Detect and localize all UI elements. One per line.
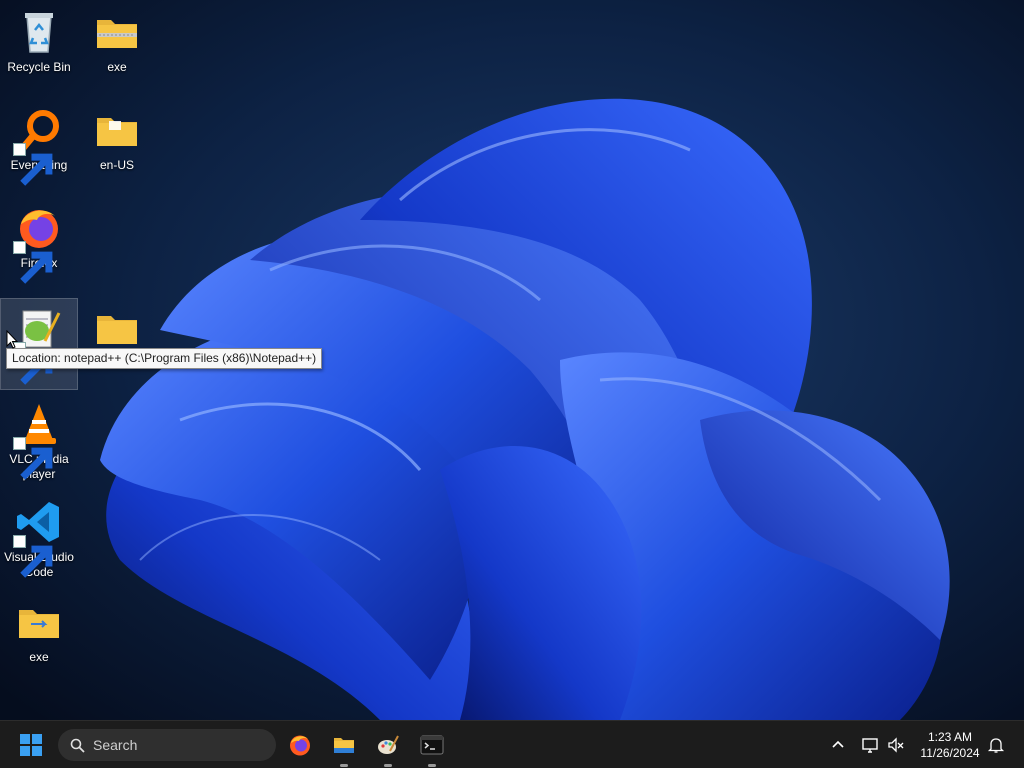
firefox-icon: [290, 735, 310, 756]
desktop-icon-everything[interactable]: Everything: [0, 100, 78, 192]
recycle-bin-icon: [15, 8, 63, 56]
taskbar-app-paint[interactable]: [372, 729, 404, 767]
clock-date: 11/26/2024: [920, 746, 980, 760]
network-status-button[interactable]: [860, 735, 880, 755]
taskbar-app-firefox[interactable]: [284, 729, 316, 761]
search-placeholder: Search: [93, 737, 138, 753]
paint-icon: [378, 735, 399, 754]
file-explorer-icon: [334, 738, 354, 753]
folder-icon: [93, 304, 141, 352]
start-button[interactable]: [20, 734, 42, 756]
desktop-icon-firefox[interactable]: Firefox: [0, 198, 78, 290]
everything-search-icon: [13, 106, 63, 186]
desktop-icon-label: en-US: [99, 158, 134, 172]
running-indicator: [428, 764, 436, 767]
clock-time: 1:23 AM: [927, 730, 973, 744]
shortcut-arrow-icon: [13, 241, 53, 284]
vscode-icon: [13, 498, 63, 578]
terminal-icon: [420, 735, 444, 755]
mouse-cursor-icon: [6, 330, 18, 349]
notification-bell-icon: [987, 738, 1005, 753]
taskbar-clock[interactable]: 1:23 AM 11/26/2024: [914, 729, 986, 761]
folder-icon: [15, 598, 63, 646]
desktop-icon-folder[interactable]: [78, 298, 156, 390]
taskbar-search-box[interactable]: Search: [58, 729, 276, 761]
search-icon: [70, 738, 85, 753]
firefox-icon: [13, 204, 63, 284]
taskbar-app-file-explorer[interactable]: [328, 729, 360, 767]
desktop-icon-recycle-bin[interactable]: Recycle Bin: [0, 2, 78, 94]
shortcut-arrow-icon: [13, 437, 53, 480]
taskbar-app-terminal[interactable]: [416, 729, 448, 767]
desktop-icon-label: exe: [29, 650, 49, 664]
chevron-up-icon: [832, 740, 844, 748]
tooltip: Location: notepad++ (C:\Program Files (x…: [6, 348, 323, 369]
shortcut-arrow-icon: [13, 143, 53, 186]
taskbar: Search 1:23 AM 11/26/2024: [0, 720, 1024, 768]
running-indicator: [384, 764, 392, 767]
desktop-icon-vlc[interactable]: VLC media player: [0, 394, 78, 490]
folder-icon: [93, 106, 141, 154]
vlc-icon: [13, 400, 63, 480]
show-hidden-icons-button[interactable]: [828, 735, 848, 755]
desktop-icon-label: exe: [107, 60, 127, 74]
volume-muted-icon: [888, 737, 904, 753]
shortcut-arrow-icon: [13, 535, 53, 578]
notification-button[interactable]: [986, 735, 1006, 755]
network-icon: [862, 738, 878, 753]
desktop-icon-vscode[interactable]: Visual Studio Code: [0, 492, 78, 588]
notepad-plus-plus-icon: [13, 305, 63, 385]
running-indicator: [340, 764, 348, 767]
volume-button[interactable]: [886, 735, 906, 755]
desktop-icon-exe-folder[interactable]: exe: [0, 592, 78, 684]
desktop-icon-exe-zip[interactable]: exe: [78, 2, 156, 94]
desktop-icon-en-us[interactable]: en-US: [78, 100, 156, 192]
zip-folder-icon: [93, 8, 141, 56]
desktop-icon-label: Recycle Bin: [7, 60, 71, 74]
